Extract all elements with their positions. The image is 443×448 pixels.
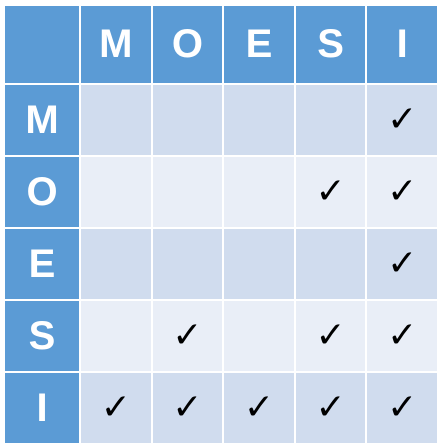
cell-i-i: ✓ bbox=[365, 371, 439, 445]
cell-i-o: ✓ bbox=[150, 371, 225, 445]
cell-s-i: ✓ bbox=[365, 299, 439, 373]
cell-m-m bbox=[79, 83, 153, 157]
cell-o-o bbox=[150, 155, 225, 229]
cell-m-s bbox=[293, 83, 368, 157]
column-header-e: E bbox=[222, 4, 296, 85]
cell-o-e bbox=[222, 155, 296, 229]
cell-s-s: ✓ bbox=[293, 299, 368, 373]
cell-s-e bbox=[222, 299, 296, 373]
cell-e-s bbox=[293, 227, 368, 301]
cell-i-e: ✓ bbox=[222, 371, 296, 445]
matrix-row-e: E ✓ bbox=[3, 227, 439, 301]
cell-o-s: ✓ bbox=[293, 155, 368, 229]
cell-o-i: ✓ bbox=[365, 155, 439, 229]
cell-e-i: ✓ bbox=[365, 227, 439, 301]
matrix-row-o: O ✓ ✓ bbox=[3, 155, 439, 229]
matrix-table: M O E S I M ✓ O ✓ ✓ E ✓ S ✓ ✓ ✓ I ✓ ✓ ✓ … bbox=[3, 4, 439, 445]
cell-s-m bbox=[79, 299, 153, 373]
matrix-row-s: S ✓ ✓ ✓ bbox=[3, 299, 439, 373]
matrix-row-m: M ✓ bbox=[3, 83, 439, 157]
row-header-o: O bbox=[3, 155, 81, 229]
cell-m-o bbox=[150, 83, 225, 157]
row-header-e: E bbox=[3, 227, 81, 301]
column-header-s: S bbox=[293, 4, 368, 85]
moesi-compatibility-matrix: M O E S I M ✓ O ✓ ✓ E ✓ S ✓ ✓ ✓ I ✓ ✓ ✓ … bbox=[0, 0, 443, 448]
matrix-row-i: I ✓ ✓ ✓ ✓ ✓ bbox=[3, 371, 439, 445]
cell-o-m bbox=[79, 155, 153, 229]
cell-s-o: ✓ bbox=[150, 299, 225, 373]
cell-i-m: ✓ bbox=[79, 371, 153, 445]
cell-e-m bbox=[79, 227, 153, 301]
cell-e-e bbox=[222, 227, 296, 301]
column-header-row: M O E S I bbox=[3, 4, 439, 85]
row-header-m: M bbox=[3, 83, 81, 157]
column-header-o: O bbox=[150, 4, 225, 85]
cell-m-i: ✓ bbox=[365, 83, 439, 157]
column-header-i: I bbox=[365, 4, 439, 85]
cell-e-o bbox=[150, 227, 225, 301]
cell-i-s: ✓ bbox=[293, 371, 368, 445]
row-header-i: I bbox=[3, 371, 81, 445]
row-header-s: S bbox=[3, 299, 81, 373]
cell-m-e bbox=[222, 83, 296, 157]
corner-cell bbox=[3, 4, 81, 85]
column-header-m: M bbox=[79, 4, 153, 85]
